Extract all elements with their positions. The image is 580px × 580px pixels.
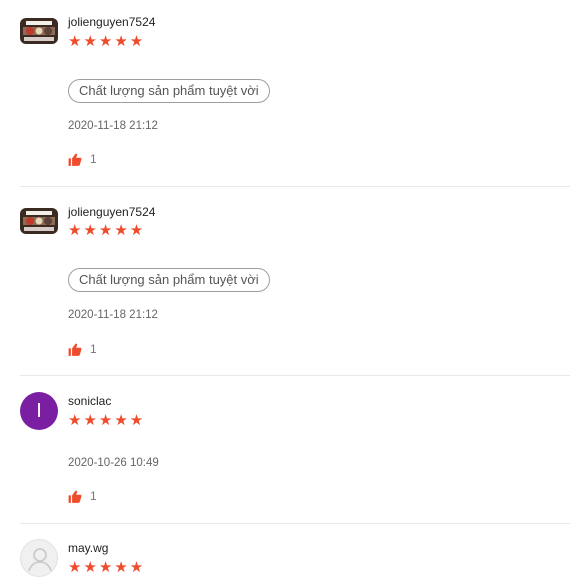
user-avatar[interactable]: I xyxy=(20,392,58,430)
review-username[interactable]: jolienguyen7524 xyxy=(68,205,155,219)
rating-stars: ★★★★★ xyxy=(68,559,146,576)
review-date: 2020-11-18 21:12 xyxy=(68,120,158,132)
like-button[interactable]: 1 xyxy=(68,342,97,356)
review-username[interactable]: soniclac xyxy=(68,394,111,408)
like-count: 1 xyxy=(90,152,97,166)
product-photo-icon xyxy=(20,208,58,234)
review-username[interactable]: may.wg xyxy=(68,541,108,555)
review-tag: Chất lượng sản phẩm tuyệt vời xyxy=(68,79,270,103)
like-button[interactable]: 1 xyxy=(68,152,97,166)
like-count: 1 xyxy=(90,342,97,356)
review-date: 2020-10-26 10:49 xyxy=(68,457,159,469)
thumbs-up-icon xyxy=(68,490,82,503)
thumbs-up-icon xyxy=(68,153,82,166)
rating-stars: ★★★★★ xyxy=(68,33,146,50)
rating-stars: ★★★★★ xyxy=(68,412,146,429)
like-count: 1 xyxy=(90,489,97,503)
review-username[interactable]: jolienguyen7524 xyxy=(68,15,155,29)
default-user-icon xyxy=(28,548,52,572)
user-avatar[interactable] xyxy=(20,18,58,44)
thumbs-up-icon xyxy=(68,343,82,356)
review-divider xyxy=(20,523,570,524)
user-avatar[interactable] xyxy=(20,208,58,234)
like-button[interactable]: 1 xyxy=(68,489,97,503)
review-date: 2020-11-18 21:12 xyxy=(68,309,158,321)
review-tag: Chất lượng sản phẩm tuyệt vời xyxy=(68,268,270,292)
product-photo-icon xyxy=(20,18,58,44)
avatar-letter: I xyxy=(36,399,42,422)
review-divider xyxy=(20,375,570,376)
user-avatar[interactable] xyxy=(20,539,58,577)
review-divider xyxy=(20,186,570,187)
rating-stars: ★★★★★ xyxy=(68,222,146,239)
